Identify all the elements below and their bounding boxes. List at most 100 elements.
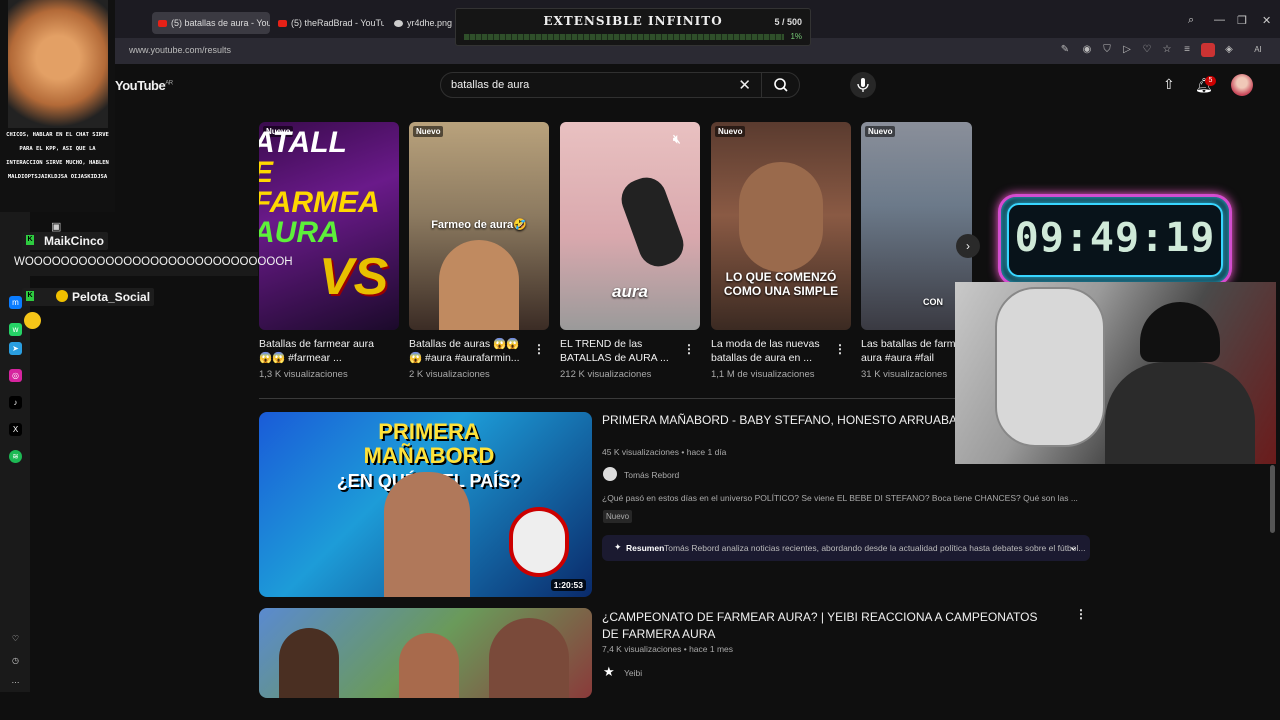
short-title[interactable]: EL TREND de las BATALLAS de AURA ... [560, 337, 682, 365]
chat-message: WOOOOOOOOOOOOOOOOOOOOOOOOOOOOOH [8, 252, 293, 276]
short-title[interactable]: Las batallas de farm aura #aura #fail [861, 337, 956, 365]
stream-timer: 09:49:19 [998, 194, 1232, 286]
kick-badge-icon: K [26, 235, 34, 245]
close-window-icon[interactable]: ✕ [1262, 14, 1271, 27]
heart-icon[interactable]: ♡ [1141, 44, 1153, 56]
minimize-icon[interactable]: — [1214, 14, 1225, 26]
clear-search-icon[interactable]: ✕ [738, 76, 751, 94]
channel-name[interactable]: Yeibi [624, 668, 642, 678]
short-views: 1,1 M de visualizaciones [711, 369, 815, 380]
short-menu-icon[interactable]: ⋮ [834, 342, 846, 356]
cat-message-text: CHICOS, HABLAR EN EL CHAT SIRVE PARA EL … [6, 132, 109, 180]
short-views: 2 K visualizaciones [409, 369, 490, 380]
sparkle-icon: ✦ [614, 542, 622, 552]
short-overlay-text: CON [923, 297, 943, 307]
summary-label: Resumen [626, 543, 665, 553]
video-description: ¿Qué pasó en estos días en el universo P… [602, 493, 1078, 503]
mute-icon[interactable]: 🔇︎ [673, 132, 681, 147]
youtube-favicon-icon [158, 19, 167, 27]
tab-label: yr4dhe.png (95 [407, 18, 456, 28]
camera-icon[interactable]: ◉ [1081, 44, 1093, 56]
tab-label: (5) theRadBrad - YouTube [291, 18, 384, 28]
channel-name[interactable]: Tomás Rebord [624, 470, 679, 480]
short-thumbnail[interactable]: Nuevo Farmeo de aura🤣 [409, 122, 549, 330]
menu-icon[interactable]: ≡ [1181, 44, 1193, 56]
river-plate-crest-icon [509, 507, 569, 577]
short-title[interactable]: Batallas de auras 😱😱😱 #aura #aurafarmin.… [409, 337, 531, 365]
thumb-face-art [439, 240, 519, 330]
extension-progress-panel: EXTENSIBLE INFINITO 5 / 500 1% [455, 8, 811, 46]
channel-avatar[interactable] [603, 467, 617, 481]
whatsapp-icon[interactable]: w [9, 323, 22, 336]
search-box[interactable]: batallas de aura ✕ [440, 72, 800, 98]
short-overlay-text: LO QUE COMENZÓ COMO UNA SIMPLE [723, 270, 839, 298]
search-input[interactable]: batallas de aura [451, 79, 529, 91]
chevron-down-icon[interactable]: ⌄ [1069, 540, 1078, 553]
thumb-person-art [279, 628, 339, 698]
ai-icon[interactable]: AI [1247, 44, 1269, 56]
ai-summary-panel[interactable]: ✦ Resumen Tomás Rebord analiza noticias … [602, 535, 1090, 561]
page-scrollbar[interactable] [1270, 465, 1275, 533]
spotify-icon[interactable]: ≋ [9, 450, 22, 463]
extensions-icon[interactable]: ◈ [1223, 44, 1235, 56]
search-button[interactable] [761, 73, 799, 97]
new-pill: Nuevo [603, 510, 633, 523]
timer-text: 09:49:19 [1014, 215, 1216, 261]
new-badge: Nuevo [865, 126, 896, 137]
x-icon[interactable]: X [9, 423, 22, 436]
short-title[interactable]: Batallas de farmear aura 😱😱 #farmear ... [259, 337, 381, 365]
streamer-body-art [1105, 362, 1255, 464]
shield-icon[interactable]: ⛉ [1101, 44, 1113, 56]
chat-username: K Pelota_Social [22, 288, 155, 306]
video-title[interactable]: ¿CAMPEONATO DE FARMEAR AURA? | YEIBI REA… [602, 609, 1042, 643]
star-icon: ★ [603, 664, 615, 679]
history-icon[interactable]: ◷ [9, 654, 22, 667]
account-avatar[interactable] [1231, 74, 1253, 96]
username-text: Pelota_Social [72, 290, 151, 304]
edit-icon[interactable]: ✎ [1059, 44, 1071, 56]
video-meta: 7,4 K visualizaciones • hace 1 mes [602, 644, 734, 654]
bookmarks-icon[interactable]: ☆ [1161, 44, 1173, 56]
profile-extension-icon[interactable] [1201, 43, 1215, 57]
search-icon [774, 78, 788, 92]
tab-batallas-de-aura[interactable]: (5) batallas de aura - YouT [152, 12, 270, 34]
short-thumbnail[interactable]: 🔇︎ aura [560, 122, 700, 330]
short-thumbnail[interactable]: Nuevo LO QUE COMENZÓ COMO UNA SIMPLE [711, 122, 851, 330]
notification-count-badge: 5 [1205, 76, 1216, 86]
microphone-icon [857, 78, 869, 92]
play-icon[interactable]: ▷ [1121, 44, 1133, 56]
streamer-cap-art [1140, 302, 1220, 362]
youtube-logo[interactable]: YouTubeAR [115, 78, 173, 93]
instagram-icon[interactable]: ◎ [9, 369, 22, 382]
maximize-icon[interactable]: ❐ [1237, 14, 1247, 27]
favorites-icon[interactable]: ♡ [9, 632, 22, 645]
short-views: 1,3 K visualizaciones [259, 369, 348, 380]
search-tabs-icon[interactable]: ⌕ [1188, 14, 1194, 27]
tab-image[interactable]: yr4dhe.png (95 [388, 12, 456, 34]
kick-badge-icon: K [26, 291, 34, 301]
short-thumbnail[interactable]: Nuevo ATALLE FARMEAAURA VS [259, 122, 399, 330]
url-field[interactable]: www.youtube.com/results [129, 45, 231, 55]
video-thumbnail[interactable]: PRIMERA MAÑABORD¿EN QUÉ ... EL PAÍS? 1:2… [259, 412, 592, 597]
short-menu-icon[interactable]: ⋮ [533, 342, 545, 356]
more-icon[interactable]: ⋯ [9, 676, 22, 689]
telegram-icon[interactable]: ➤ [9, 342, 22, 355]
short-title[interactable]: La moda de las nuevas batallas de aura e… [711, 337, 833, 365]
tab-theradbrad[interactable]: (5) theRadBrad - YouTube [272, 12, 384, 34]
new-badge: Nuevo [715, 126, 746, 137]
cat-image [8, 0, 108, 128]
region-code: AR [165, 80, 173, 87]
short-menu-icon[interactable]: ⋮ [683, 342, 695, 356]
shorts-next-button[interactable]: › [956, 234, 980, 258]
tab-label: (5) batallas de aura - YouT [171, 18, 270, 28]
messenger-icon[interactable]: m [9, 296, 22, 309]
voice-search-button[interactable] [850, 72, 876, 98]
left-sidebar: m w ➤ ◎ ♪ X ≋ ♡ ◷ ⋯ [0, 212, 30, 692]
thumb-face-art [739, 162, 823, 272]
extension-progress-bar [464, 34, 784, 40]
tiktok-icon[interactable]: ♪ [9, 396, 22, 409]
video-menu-icon[interactable]: ⋮ [1075, 607, 1087, 621]
video-thumbnail[interactable] [259, 608, 592, 698]
video-meta: 45 K visualizaciones • hace 1 día [602, 447, 727, 457]
upload-icon[interactable]: ⇧ [1163, 76, 1175, 93]
